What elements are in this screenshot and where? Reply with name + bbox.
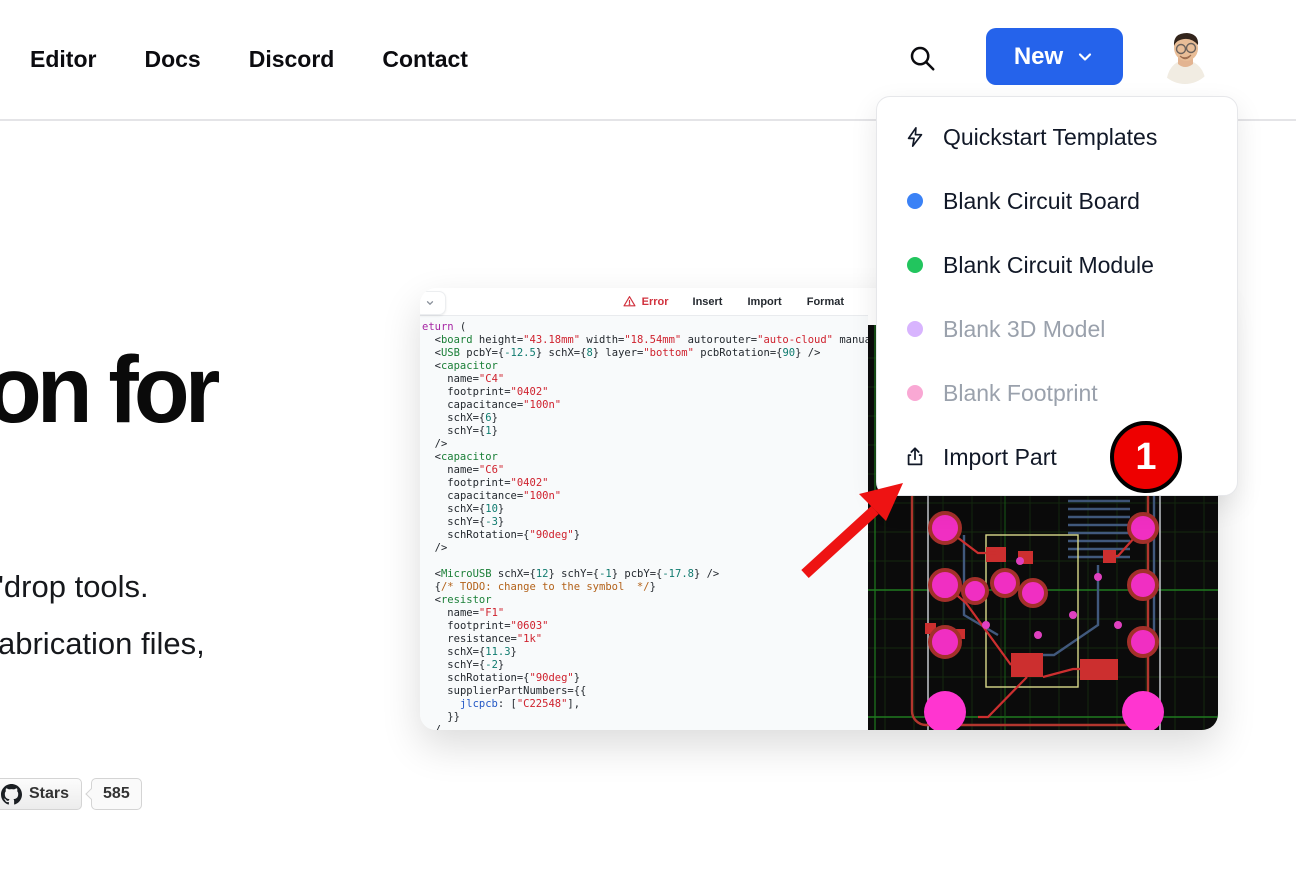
editor-tab-insert[interactable]: Insert bbox=[693, 296, 723, 308]
code-line: <board height="43.18mm" width="18.54mm" … bbox=[422, 334, 868, 347]
menu-item-label: Quickstart Templates bbox=[943, 124, 1157, 151]
editor-tabs: Insert Import Format bbox=[693, 296, 844, 308]
code-line: footprint="0402" bbox=[422, 386, 868, 399]
code-line: name="C6" bbox=[422, 464, 868, 477]
nav-link-discord[interactable]: Discord bbox=[249, 46, 335, 73]
code-line: resistance="1k" bbox=[422, 633, 868, 646]
color-dot-icon bbox=[907, 385, 923, 401]
code-line: /> bbox=[422, 542, 868, 555]
chevron-down-icon bbox=[425, 298, 435, 308]
github-stars-count-value: 585 bbox=[103, 785, 130, 803]
code-editor-pane: Error Insert Import Format eturn ( <board … bbox=[420, 288, 868, 730]
error-label: Error bbox=[642, 296, 669, 308]
code-line: eturn ( bbox=[422, 321, 868, 334]
code-line: /> bbox=[422, 438, 868, 451]
code-line bbox=[422, 555, 868, 568]
code-line: <MicroUSB schX={12} schY={-1} pcbY={-17.… bbox=[422, 568, 868, 581]
code-line: <capacitor bbox=[422, 451, 868, 464]
editor-tab-format[interactable]: Format bbox=[807, 296, 844, 308]
chevron-down-icon bbox=[1075, 47, 1095, 67]
menu-item-blank-3d-model[interactable]: Blank 3D Model bbox=[877, 297, 1237, 361]
code-line: schRotation={"90deg"} bbox=[422, 529, 868, 542]
menu-item-label: Blank Circuit Board bbox=[943, 188, 1140, 215]
github-icon bbox=[1, 784, 22, 805]
code-line: <resistor bbox=[422, 594, 868, 607]
code-line: capacitance="100n" bbox=[422, 399, 868, 412]
upload-icon bbox=[904, 446, 926, 468]
hero-paragraph-line-1: 'drop tools. bbox=[0, 558, 205, 615]
hero-paragraph: 'drop tools. abrication files, bbox=[0, 558, 205, 672]
menu-item-quickstart-templates[interactable]: Quickstart Templates bbox=[877, 105, 1237, 169]
file-menu-chip[interactable] bbox=[420, 291, 446, 315]
color-dot-icon bbox=[907, 257, 923, 273]
code-line: schY={-2} bbox=[422, 659, 868, 672]
code-line: schX={6} bbox=[422, 412, 868, 425]
menu-item-label: Import Part bbox=[943, 444, 1057, 471]
github-stars-button[interactable]: Stars bbox=[0, 778, 82, 810]
nav-link-contact[interactable]: Contact bbox=[382, 46, 468, 73]
dot-icon-holder bbox=[903, 253, 927, 277]
code-line: name="C4" bbox=[422, 373, 868, 386]
code-line: schX={11.3} bbox=[422, 646, 868, 659]
lightning-icon bbox=[904, 126, 926, 148]
hero-heading: on for bbox=[0, 338, 216, 443]
code-line: capacitance="100n" bbox=[422, 490, 868, 503]
menu-item-blank-circuit-module[interactable]: Blank Circuit Module bbox=[877, 233, 1237, 297]
avatar-photo bbox=[1156, 26, 1214, 84]
code-line: schX={10} bbox=[422, 503, 868, 516]
editor-toolbar: Error Insert Import Format bbox=[420, 288, 868, 316]
avatar[interactable] bbox=[1156, 26, 1214, 84]
new-dropdown-menu: Quickstart Templates Blank Circuit Board B… bbox=[876, 96, 1238, 496]
code-line: <USB pcbY={-12.5} schX={8} layer="bottom… bbox=[422, 347, 868, 360]
menu-item-label: Blank 3D Model bbox=[943, 316, 1105, 343]
code-line: / bbox=[422, 724, 868, 730]
upload-icon-holder bbox=[903, 445, 927, 469]
search-button[interactable] bbox=[904, 40, 940, 76]
code-line: }} bbox=[422, 711, 868, 724]
error-indicator[interactable]: Error bbox=[623, 295, 669, 308]
code-line: supplierPartNumbers={{ bbox=[422, 685, 868, 698]
code-line: footprint="0402" bbox=[422, 477, 868, 490]
menu-item-blank-circuit-board[interactable]: Blank Circuit Board bbox=[877, 169, 1237, 233]
new-button-label: New bbox=[1014, 43, 1063, 71]
code-line: {/* TODO: change to the symbol */} bbox=[422, 581, 868, 594]
search-icon bbox=[907, 43, 937, 73]
hero-paragraph-line-2: abrication files, bbox=[0, 615, 205, 672]
code-line: schY={-3} bbox=[422, 516, 868, 529]
menu-item-import-part[interactable]: Import Part bbox=[877, 425, 1237, 489]
annotation-badge-number: 1 bbox=[1135, 436, 1156, 479]
dot-icon-holder bbox=[903, 189, 927, 213]
editor-tab-import[interactable]: Import bbox=[747, 296, 781, 308]
menu-item-label: Blank Circuit Module bbox=[943, 252, 1154, 279]
color-dot-icon bbox=[907, 193, 923, 209]
github-stars-count[interactable]: 585 bbox=[91, 778, 142, 810]
dot-icon-holder bbox=[903, 317, 927, 341]
code-content[interactable]: eturn ( <board height="43.18mm" width="1… bbox=[420, 316, 868, 730]
warning-icon bbox=[623, 295, 636, 308]
github-stars-label: Stars bbox=[29, 785, 69, 803]
menu-item-blank-footprint[interactable]: Blank Footprint bbox=[877, 361, 1237, 425]
count-notch bbox=[85, 788, 96, 799]
code-line: schY={1} bbox=[422, 425, 868, 438]
lightning-icon-holder bbox=[903, 125, 927, 149]
annotation-badge: 1 bbox=[1110, 421, 1182, 493]
code-line: <capacitor bbox=[422, 360, 868, 373]
dot-icon-holder bbox=[903, 381, 927, 405]
code-line: schRotation={"90deg"} bbox=[422, 672, 868, 685]
page: Editor Docs Discord Contact New bbox=[0, 0, 1296, 872]
menu-item-label: Blank Footprint bbox=[943, 380, 1098, 407]
nav-link-docs[interactable]: Docs bbox=[144, 46, 200, 73]
code-line: name="F1" bbox=[422, 607, 868, 620]
code-line: footprint="0603" bbox=[422, 620, 868, 633]
github-stars-widget: Stars 585 bbox=[0, 778, 142, 810]
nav-links: Editor Docs Discord Contact bbox=[30, 0, 468, 119]
code-line: jlcpcb: ["C22548"], bbox=[422, 698, 868, 711]
color-dot-icon bbox=[907, 321, 923, 337]
nav-link-editor[interactable]: Editor bbox=[30, 46, 96, 73]
new-button[interactable]: New bbox=[986, 28, 1123, 85]
